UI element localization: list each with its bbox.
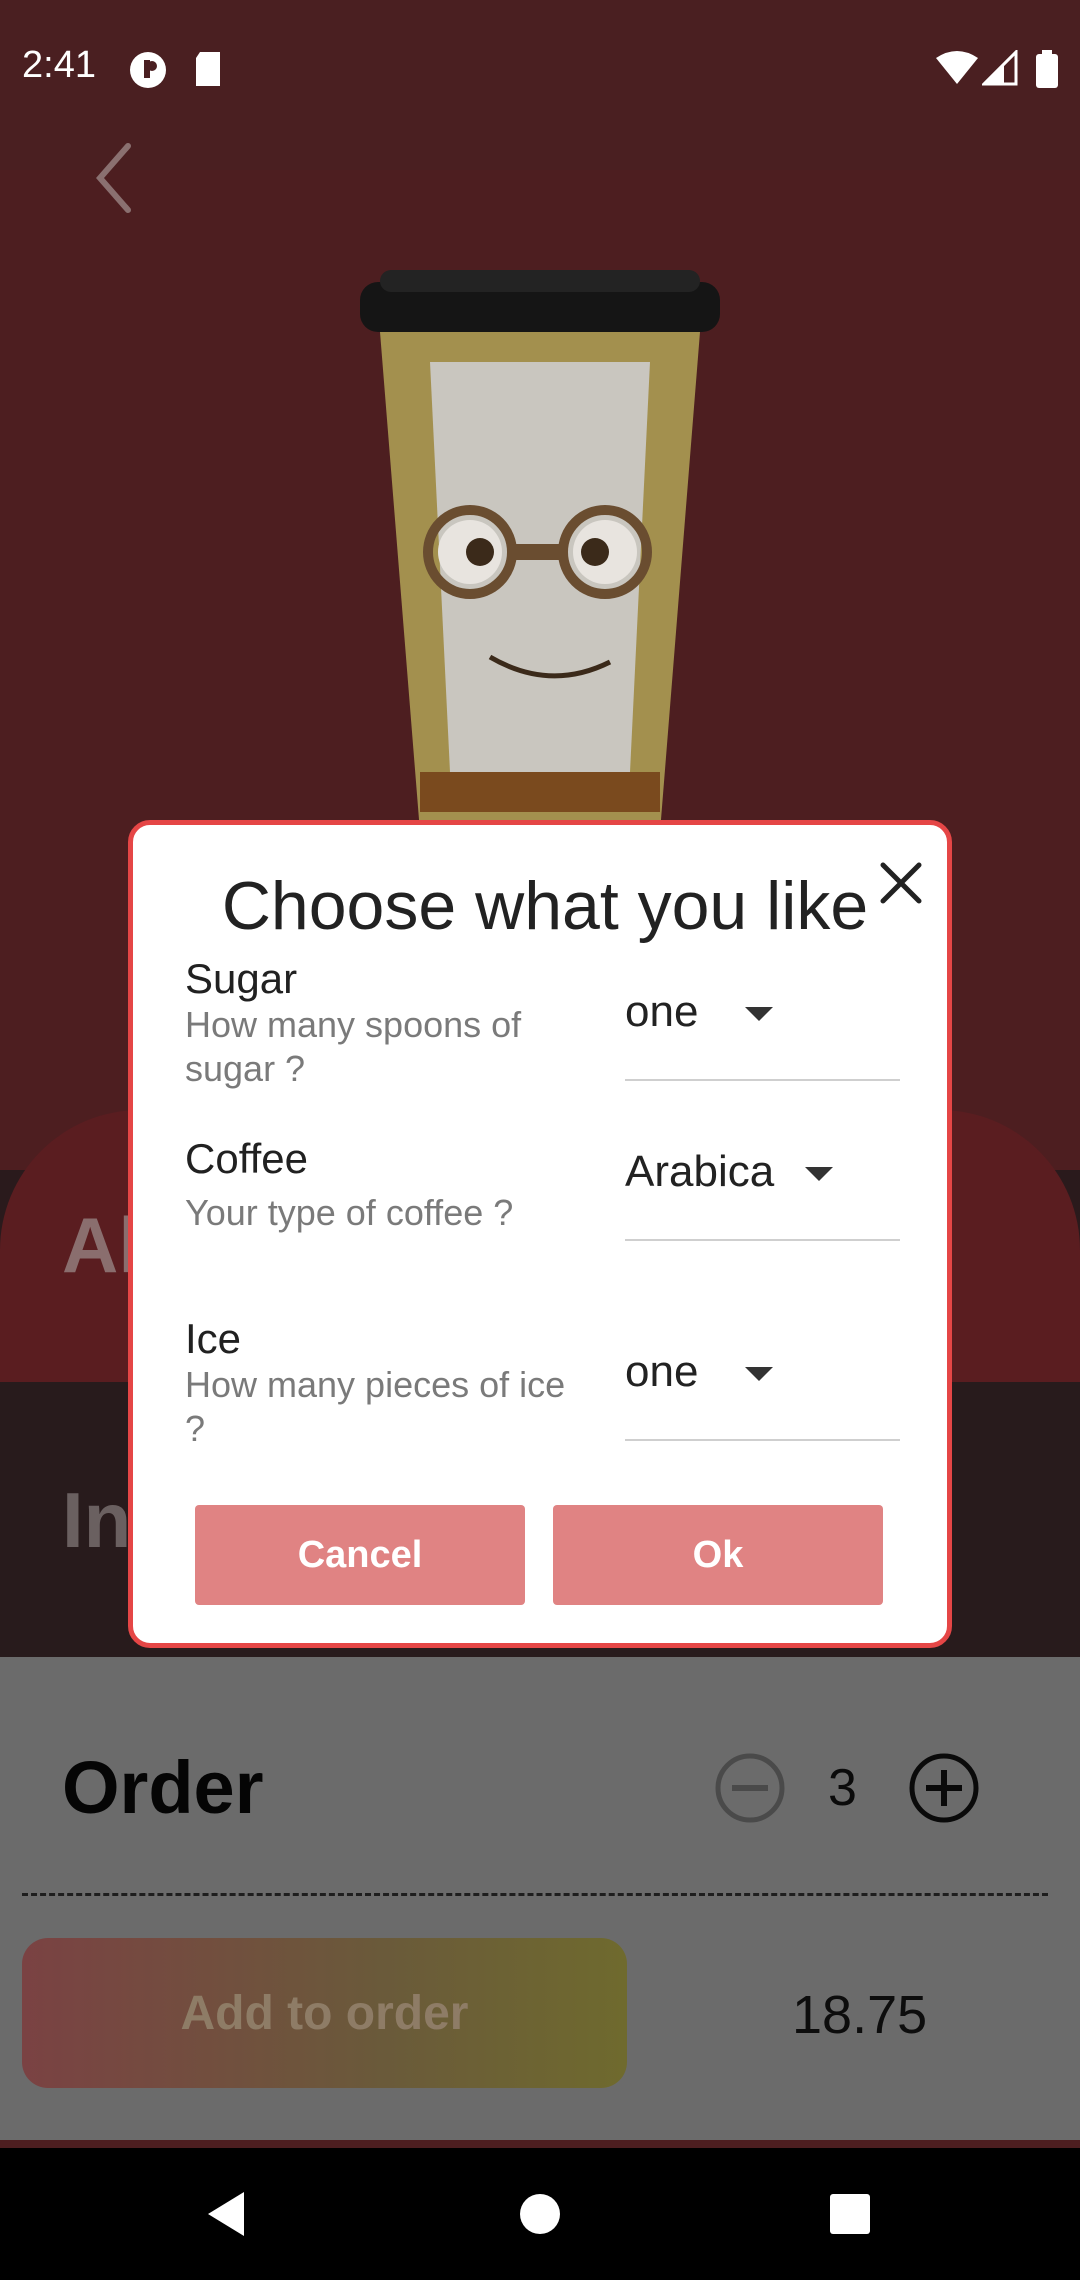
add-to-order-button[interactable]: Add to order	[22, 1938, 627, 2088]
ok-button[interactable]: Ok	[553, 1505, 883, 1605]
ingredients-title-partial: In	[62, 1476, 132, 1564]
status-time: 2:41	[22, 44, 96, 86]
sugar-option: Sugar How many spoons of sugar ? one	[185, 955, 905, 1105]
coffee-option: Coffee Your type of coffee ? Arabica	[185, 1135, 905, 1285]
sugar-dropdown[interactable]: one	[625, 975, 900, 1081]
order-title: Order	[62, 1746, 264, 1829]
nav-recents-icon[interactable]	[820, 2184, 880, 2244]
dialog-title: Choose what you like	[221, 868, 869, 944]
order-divider	[22, 1893, 1048, 1896]
sugar-description: How many spoons of sugar ?	[185, 1004, 522, 1089]
coffee-dropdown[interactable]: Arabica	[625, 1135, 900, 1241]
dropdown-arrow-icon	[805, 1167, 833, 1181]
sd-card-icon	[196, 52, 220, 86]
bottom-strip	[0, 2140, 1080, 2148]
app-notification-icon	[130, 52, 166, 88]
dropdown-arrow-icon	[745, 1007, 773, 1021]
ice-description: How many pieces of ice ?	[185, 1364, 566, 1449]
battery-icon	[1036, 50, 1058, 88]
quantity-value: 3	[828, 1759, 857, 1817]
coffee-cup-image	[360, 270, 720, 832]
sugar-value: one	[625, 987, 699, 1036]
dropdown-arrow-icon	[745, 1367, 773, 1381]
ice-label: Ice	[185, 1315, 242, 1362]
back-arrow-icon[interactable]	[86, 140, 166, 220]
ice-option: Ice How many pieces of ice ? one	[185, 1315, 905, 1465]
options-dialog: Choose what you like Sugar How many spoo…	[128, 820, 952, 1648]
sugar-label: Sugar	[185, 955, 298, 1002]
cancel-button[interactable]: Cancel	[195, 1505, 525, 1605]
close-icon[interactable]	[873, 855, 929, 911]
coffee-label: Coffee	[185, 1135, 308, 1182]
ice-dropdown[interactable]: one	[625, 1335, 900, 1441]
decrease-quantity-button[interactable]	[712, 1750, 788, 1826]
order-price: 18.75	[792, 1985, 928, 2045]
navigation-bar	[0, 2148, 1080, 2280]
coffee-value: Arabica	[625, 1147, 775, 1196]
nav-back-icon[interactable]	[196, 2184, 256, 2244]
increase-quantity-button[interactable]	[906, 1750, 982, 1826]
signal-icon	[982, 50, 1018, 86]
coffee-description: Your type of coffee ?	[185, 1192, 514, 1233]
wifi-icon	[936, 51, 978, 84]
nav-home-icon[interactable]	[510, 2184, 570, 2244]
ice-value: one	[625, 1347, 699, 1396]
